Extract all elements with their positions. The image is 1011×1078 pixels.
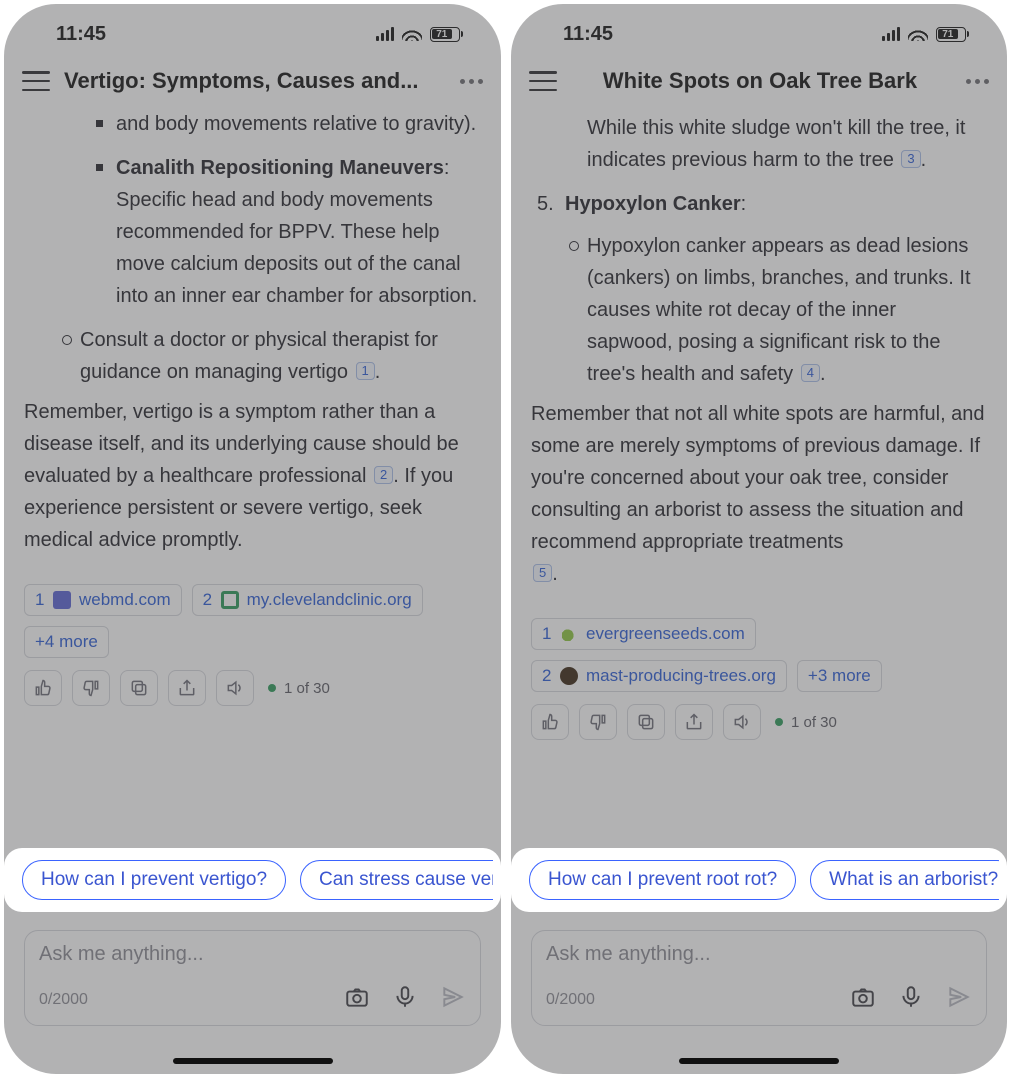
char-counter: 0/2000	[546, 991, 595, 1009]
mic-button[interactable]	[898, 984, 924, 1015]
content-text: :	[741, 193, 747, 215]
favicon-icon	[53, 591, 71, 609]
camera-button[interactable]	[344, 984, 370, 1015]
favicon-icon	[560, 667, 578, 685]
wifi-icon	[402, 27, 422, 41]
send-button[interactable]	[440, 984, 466, 1015]
more-sources-button[interactable]: +4 more	[24, 626, 109, 658]
menu-button[interactable]	[22, 71, 50, 91]
battery-icon: 71	[936, 27, 970, 42]
status-bar: 11:45 71	[511, 4, 1007, 56]
suggestion-chip[interactable]: How can I prevent root rot?	[529, 860, 796, 900]
speak-button[interactable]	[723, 704, 761, 740]
input-placeholder: Ask me anything...	[546, 943, 972, 966]
citation-link[interactable]: 5	[533, 564, 552, 582]
citation-link[interactable]: 2	[374, 466, 393, 484]
article-content: While this white sludge won't kill the t…	[511, 112, 1007, 610]
pager-text: 1 of 30	[791, 714, 837, 731]
camera-button[interactable]	[850, 984, 876, 1015]
status-dot-icon	[775, 718, 783, 726]
input-placeholder: Ask me anything...	[39, 943, 466, 966]
source-number: 1	[542, 624, 552, 644]
source-chip[interactable]: 1 evergreenseeds.com	[531, 618, 756, 650]
source-number: 1	[35, 590, 45, 610]
status-dot-icon	[268, 684, 276, 692]
copy-button[interactable]	[120, 670, 158, 706]
page-title: White Spots on Oak Tree Bark	[567, 68, 953, 94]
source-number: 2	[203, 590, 213, 610]
chat-input[interactable]: Ask me anything... 0/2000	[531, 930, 987, 1026]
suggestion-chip[interactable]: Can stress cause vertigo?	[300, 860, 493, 900]
nav-bar: White Spots on Oak Tree Bark	[511, 56, 1007, 104]
suggestion-chip[interactable]: How can I prevent vertigo?	[22, 860, 286, 900]
wifi-icon	[908, 27, 928, 41]
page-title: Vertigo: Symptoms, Causes and...	[60, 68, 447, 94]
status-time: 11:45	[56, 23, 106, 46]
source-host: evergreenseeds.com	[586, 624, 745, 644]
input-area: Ask me anything... 0/2000	[511, 918, 1007, 1036]
battery-icon: 71	[430, 27, 464, 42]
favicon-icon	[221, 591, 239, 609]
chat-input[interactable]: Ask me anything... 0/2000	[24, 930, 481, 1026]
citation-link[interactable]: 3	[901, 150, 920, 168]
favicon-icon	[560, 625, 578, 643]
sources-row: 1 webmd.com 2 my.clevelandclinic.org +4 …	[4, 576, 501, 662]
content-text: .	[552, 563, 558, 585]
sources-row: 1 evergreenseeds.com 2 mast-producing-tr…	[511, 610, 1007, 696]
content-text: Hypoxylon canker appears as dead lesions…	[587, 235, 971, 385]
suggestion-bar: How can I prevent vertigo? Can stress ca…	[4, 848, 501, 912]
more-sources-button[interactable]: +3 more	[797, 660, 882, 692]
thumbs-up-button[interactable]	[24, 670, 62, 706]
source-chip[interactable]: 1 webmd.com	[24, 584, 182, 616]
copy-button[interactable]	[627, 704, 665, 740]
send-button[interactable]	[946, 984, 972, 1015]
phone-left: 11:45 71 Vertigo: Symptoms, Causes and..…	[0, 0, 505, 1078]
thumbs-down-button[interactable]	[579, 704, 617, 740]
source-host: webmd.com	[79, 590, 171, 610]
content-text: : Specific head and body movements recom…	[116, 157, 477, 307]
speak-button[interactable]	[216, 670, 254, 706]
source-chip[interactable]: 2 my.clevelandclinic.org	[192, 584, 423, 616]
content-text: Remember that not all white spots are ha…	[531, 403, 985, 553]
content-text: and body movements relative to gravity).	[116, 113, 476, 135]
more-button[interactable]	[457, 79, 485, 84]
article-content: and body movements relative to gravity).…	[4, 108, 501, 576]
home-indicator[interactable]	[679, 1058, 839, 1064]
action-row: 1 of 30	[4, 662, 501, 718]
share-button[interactable]	[168, 670, 206, 706]
pager-text: 1 of 30	[284, 680, 330, 697]
nav-bar: Vertigo: Symptoms, Causes and...	[4, 56, 501, 104]
action-row: 1 of 30	[511, 696, 1007, 752]
content-text: Canalith Repositioning Maneuvers	[116, 157, 444, 179]
source-chip[interactable]: 2 mast-producing-trees.org	[531, 660, 787, 692]
thumbs-up-button[interactable]	[531, 704, 569, 740]
source-host: mast-producing-trees.org	[586, 666, 776, 686]
menu-button[interactable]	[529, 71, 557, 91]
share-button[interactable]	[675, 704, 713, 740]
status-time: 11:45	[563, 23, 613, 46]
status-bar: 11:45 71	[4, 4, 501, 56]
pager: 1 of 30	[775, 714, 837, 731]
citation-link[interactable]: 1	[356, 362, 375, 380]
input-area: Ask me anything... 0/2000	[4, 918, 501, 1036]
cellular-icon	[882, 27, 900, 41]
suggestion-chip[interactable]: What is an arborist?	[810, 860, 999, 900]
content-text: Hypoxylon Canker	[565, 193, 741, 215]
citation-link[interactable]: 4	[801, 364, 820, 382]
list-number: 5.	[537, 188, 554, 220]
source-host: my.clevelandclinic.org	[247, 590, 412, 610]
pager: 1 of 30	[268, 680, 330, 697]
cellular-icon	[376, 27, 394, 41]
char-counter: 0/2000	[39, 991, 88, 1009]
phone-right: 11:45 71 White Spots on Oak Tree Bark Wh…	[505, 0, 1011, 1078]
thumbs-down-button[interactable]	[72, 670, 110, 706]
source-number: 2	[542, 666, 552, 686]
more-button[interactable]	[963, 79, 991, 84]
content-text: Consult a doctor or physical therapist f…	[80, 329, 438, 383]
suggestion-bar: How can I prevent root rot? What is an a…	[511, 848, 1007, 912]
mic-button[interactable]	[392, 984, 418, 1015]
home-indicator[interactable]	[173, 1058, 333, 1064]
